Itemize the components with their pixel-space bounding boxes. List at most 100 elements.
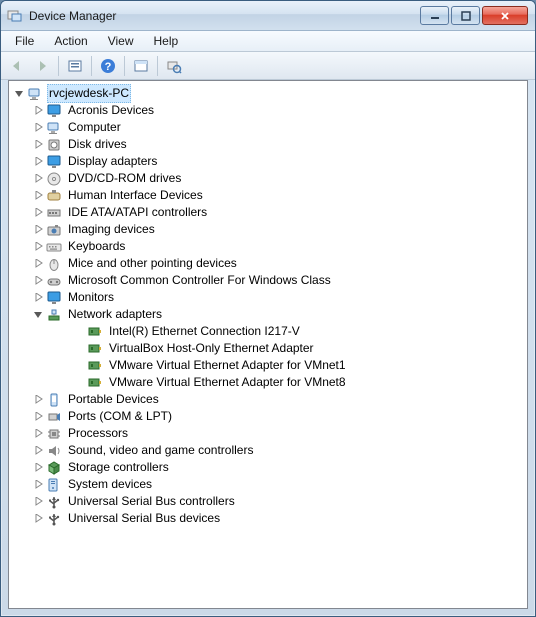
tree-category[interactable]: Processors xyxy=(11,425,525,442)
tree-device[interactable]: VirtualBox Host-Only Ethernet Adapter xyxy=(11,340,525,357)
scan-hardware-button[interactable] xyxy=(162,55,186,77)
tree-category[interactable]: Computer xyxy=(11,119,525,136)
minimize-button[interactable] xyxy=(420,6,449,25)
titlebar[interactable]: Device Manager xyxy=(1,1,535,31)
tree-item-label: Imaging devices xyxy=(66,221,157,238)
tree-item-label: Mice and other pointing devices xyxy=(66,255,239,272)
tree-item-label: Acronis Devices xyxy=(66,102,156,119)
tree-item-label: Network adapters xyxy=(66,306,164,323)
port-icon xyxy=(46,409,62,425)
tree-category[interactable]: Universal Serial Bus devices xyxy=(11,510,525,527)
tree-category[interactable]: DVD/CD-ROM drives xyxy=(11,170,525,187)
expand-toggle-icon[interactable] xyxy=(30,188,46,204)
expand-toggle-icon[interactable] xyxy=(30,426,46,442)
ide-icon xyxy=(46,205,62,221)
show-hidden-button[interactable] xyxy=(63,55,87,77)
tree-device[interactable]: VMware Virtual Ethernet Adapter for VMne… xyxy=(11,374,525,391)
window-controls xyxy=(420,6,529,25)
tree-item-label: Microsoft Common Controller For Windows … xyxy=(66,272,333,289)
tree-category[interactable]: Microsoft Common Controller For Windows … xyxy=(11,272,525,289)
monitor-icon xyxy=(46,103,62,119)
tree-category[interactable]: Disk drives xyxy=(11,136,525,153)
tree-root[interactable]: rvcjewdesk-PC xyxy=(11,85,525,102)
expand-toggle-icon[interactable] xyxy=(30,222,46,238)
tree-category[interactable]: IDE ATA/ATAPI controllers xyxy=(11,204,525,221)
tree-category[interactable]: Monitors xyxy=(11,289,525,306)
expand-toggle-icon[interactable] xyxy=(30,154,46,170)
hid-icon xyxy=(46,188,62,204)
cpu-icon xyxy=(46,426,62,442)
expand-toggle-icon[interactable] xyxy=(30,494,46,510)
tree-category[interactable]: Network adapters xyxy=(11,306,525,323)
expand-toggle-icon[interactable] xyxy=(30,392,46,408)
tree-item-label: IDE ATA/ATAPI controllers xyxy=(66,204,209,221)
expand-toggle-icon[interactable] xyxy=(30,239,46,255)
tree-category[interactable]: Keyboards xyxy=(11,238,525,255)
expand-toggle-icon[interactable] xyxy=(30,307,46,323)
expand-toggle-icon[interactable] xyxy=(30,409,46,425)
tree-item-label: System devices xyxy=(66,476,154,493)
forward-button[interactable] xyxy=(30,55,54,77)
tree-item-label: VirtualBox Host-Only Ethernet Adapter xyxy=(107,340,316,357)
storage-icon xyxy=(46,460,62,476)
menu-view[interactable]: View xyxy=(98,32,144,50)
expand-toggle-icon[interactable] xyxy=(30,273,46,289)
expand-toggle-icon[interactable] xyxy=(11,86,27,102)
tree-category[interactable]: Acronis Devices xyxy=(11,102,525,119)
menu-help[interactable]: Help xyxy=(144,32,189,50)
expand-toggle-icon[interactable] xyxy=(30,460,46,476)
tree-category[interactable]: Storage controllers xyxy=(11,459,525,476)
computer-icon xyxy=(27,86,43,102)
nic-icon xyxy=(87,358,103,374)
help-button[interactable]: ? xyxy=(96,55,120,77)
maximize-button[interactable] xyxy=(451,6,480,25)
monitor-icon xyxy=(46,290,62,306)
tree-panel[interactable]: rvcjewdesk-PCAcronis DevicesComputerDisk… xyxy=(8,80,528,609)
tree-item-label: Universal Serial Bus devices xyxy=(66,510,222,527)
tree-category[interactable]: Human Interface Devices xyxy=(11,187,525,204)
tree-category[interactable]: Imaging devices xyxy=(11,221,525,238)
expand-toggle-icon[interactable] xyxy=(30,256,46,272)
tree-category[interactable]: Portable Devices xyxy=(11,391,525,408)
expand-toggle-icon[interactable] xyxy=(30,443,46,459)
properties-button[interactable] xyxy=(129,55,153,77)
expand-toggle-icon[interactable] xyxy=(30,477,46,493)
tree-category[interactable]: Universal Serial Bus controllers xyxy=(11,493,525,510)
tree-category[interactable]: System devices xyxy=(11,476,525,493)
tree-item-label: Sound, video and game controllers xyxy=(66,442,255,459)
tree-category[interactable]: Display adapters xyxy=(11,153,525,170)
disk-icon xyxy=(46,137,62,153)
tree-category[interactable]: Sound, video and game controllers xyxy=(11,442,525,459)
tree-item-label: rvcjewdesk-PC xyxy=(47,84,131,103)
expand-toggle-icon[interactable] xyxy=(30,171,46,187)
tree-item-label: Storage controllers xyxy=(66,459,171,476)
tree-item-label: Monitors xyxy=(66,289,116,306)
menu-file[interactable]: File xyxy=(5,32,44,50)
camera-icon xyxy=(46,222,62,238)
usb-icon xyxy=(46,494,62,510)
expand-toggle-icon[interactable] xyxy=(30,290,46,306)
tree-category[interactable]: Ports (COM & LPT) xyxy=(11,408,525,425)
expand-toggle-icon[interactable] xyxy=(30,120,46,136)
expand-toggle-icon[interactable] xyxy=(30,137,46,153)
system-icon xyxy=(46,477,62,493)
tree-item-label: Computer xyxy=(66,119,123,136)
tree-item-label: Ports (COM & LPT) xyxy=(66,408,174,425)
expand-toggle-icon[interactable] xyxy=(30,205,46,221)
keyboard-icon xyxy=(46,239,62,255)
close-button[interactable] xyxy=(482,6,528,25)
svg-text:?: ? xyxy=(105,61,112,73)
expand-toggle-icon[interactable] xyxy=(30,103,46,119)
computer-icon xyxy=(46,120,62,136)
tree-item-label: Processors xyxy=(66,425,130,442)
back-button[interactable] xyxy=(5,55,29,77)
expand-toggle-icon[interactable] xyxy=(30,511,46,527)
tree-device[interactable]: Intel(R) Ethernet Connection I217-V xyxy=(11,323,525,340)
tree-item-label: DVD/CD-ROM drives xyxy=(66,170,183,187)
tree-category[interactable]: Mice and other pointing devices xyxy=(11,255,525,272)
network-icon xyxy=(46,307,62,323)
tree-device[interactable]: VMware Virtual Ethernet Adapter for VMne… xyxy=(11,357,525,374)
menu-action[interactable]: Action xyxy=(44,32,97,50)
tree-item-label: VMware Virtual Ethernet Adapter for VMne… xyxy=(107,374,348,391)
nic-icon xyxy=(87,341,103,357)
